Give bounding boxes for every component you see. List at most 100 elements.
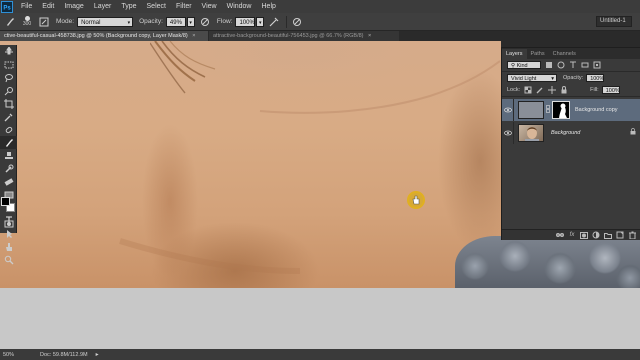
lock-position-icon[interactable] (547, 86, 556, 95)
logo-text: Ps (3, 5, 11, 11)
layer-row-background-copy[interactable]: Background copy (502, 99, 640, 121)
menu-window[interactable]: Window (222, 0, 257, 13)
menu-image[interactable]: Image (59, 0, 88, 13)
filter-pixel-icon[interactable] (544, 61, 553, 70)
menu-layer[interactable]: Layer (89, 0, 117, 13)
menu-view[interactable]: View (197, 0, 222, 13)
clone-stamp-tool-icon[interactable] (0, 149, 17, 162)
layer-style-icon[interactable]: fx (567, 231, 577, 240)
layer-mask-thumbnail[interactable] (552, 101, 570, 119)
menu-bar: Ps File Edit Image Layer Type Select Fil… (0, 0, 640, 13)
history-brush-tool-icon[interactable] (0, 162, 17, 175)
close-icon[interactable]: × (192, 33, 195, 39)
menu-edit[interactable]: Edit (37, 0, 59, 13)
brush-tool-icon[interactable] (4, 16, 16, 28)
fill-input[interactable]: 100% (601, 86, 620, 94)
layer-row-background[interactable]: Background (502, 122, 640, 144)
status-menu-arrow[interactable]: ▸ (96, 351, 99, 358)
filter-smart-object-icon[interactable] (592, 61, 601, 70)
menu-select[interactable]: Select (142, 0, 171, 13)
mode-select[interactable]: Normal ▾ (77, 16, 134, 27)
chevron-down-icon: ▾ (127, 19, 131, 26)
visibility-eye-icon[interactable] (502, 122, 514, 144)
layer-kind-select[interactable]: ⚲ Kind (507, 61, 541, 69)
layer-thumbnail[interactable] (518, 124, 544, 142)
adjustment-layer-icon[interactable] (591, 231, 601, 240)
document-size-info: Doc: 59.8M/112.9M (40, 351, 88, 358)
options-bar: 300 Mode: Normal ▾ Opacity: 49% ▾ Flow: … (0, 13, 640, 31)
tab-inactive-document[interactable]: attractive-background-beautiful-756453.j… (209, 31, 399, 41)
quick-selection-tool-icon[interactable] (0, 84, 17, 97)
menu-file[interactable]: File (16, 0, 37, 13)
zoom-tool-icon[interactable] (0, 253, 17, 266)
tab-active-document[interactable]: ctive-beautiful-casual-458738.jpg @ 50% … (0, 31, 208, 41)
layer-thumbnail[interactable] (518, 101, 544, 119)
lock-label: Lock: (507, 87, 521, 93)
menu-type[interactable]: Type (116, 0, 141, 13)
opacity-label: Opacity: (139, 18, 163, 25)
blend-mode-select[interactable]: Vivid Light ▾ (507, 74, 557, 82)
lock-transparency-icon[interactable] (523, 86, 532, 95)
brush-tool-icon[interactable] (0, 136, 17, 149)
eyedropper-tool-icon[interactable] (0, 110, 17, 123)
filter-adjustment-icon[interactable] (556, 61, 565, 70)
opacity-input[interactable]: 49% (165, 16, 186, 27)
move-tool-icon[interactable] (0, 45, 17, 58)
healing-brush-tool-icon[interactable] (0, 123, 17, 136)
opacity-dropdown[interactable]: ▾ (186, 16, 195, 27)
marquee-tool-icon[interactable] (0, 58, 17, 71)
panel-divider (502, 96, 640, 97)
lock-all-icon[interactable] (559, 86, 568, 95)
search-icon: ⚲ (511, 63, 516, 69)
chevron-down-icon: ▾ (258, 19, 262, 26)
link-layers-icon[interactable] (555, 231, 565, 240)
pressure-opacity-icon[interactable] (199, 16, 211, 28)
close-icon[interactable]: × (368, 33, 371, 39)
document-tabs: ctive-beautiful-casual-458738.jpg @ 50% … (0, 31, 640, 41)
workspace-select[interactable]: Untitled-1 (596, 16, 632, 27)
layer-opacity-value: 100% (590, 76, 605, 82)
quick-mask-icon[interactable] (0, 217, 17, 230)
pasteboard-area (0, 288, 640, 349)
brush-size-value: 300 (22, 21, 32, 27)
tab-channels[interactable]: Channels (549, 49, 580, 59)
filter-shape-icon[interactable] (580, 61, 589, 70)
layer-name: Background (551, 130, 581, 136)
fill-label: Fill: (590, 87, 599, 93)
layer-opacity-label: Opacity: (563, 75, 584, 81)
tab-layers[interactable]: Layers (502, 49, 527, 59)
add-mask-icon[interactable] (579, 231, 589, 240)
menu-help[interactable]: Help (257, 0, 281, 13)
brush-preset-picker[interactable]: 300 (20, 16, 34, 28)
flow-dropdown[interactable]: ▾ (256, 16, 265, 27)
layers-panel-tabs: Layers Paths Channels (502, 48, 640, 59)
lock-pixels-icon[interactable] (535, 86, 544, 95)
new-layer-icon[interactable] (615, 231, 625, 240)
blend-row: Vivid Light ▾ Opacity: 100% (502, 72, 640, 84)
pressure-size-icon[interactable] (291, 16, 303, 28)
brush-panel-toggle-icon[interactable] (38, 16, 50, 28)
eraser-tool-icon[interactable] (0, 175, 17, 188)
visibility-eye-icon[interactable] (502, 99, 514, 121)
lasso-tool-icon[interactable] (0, 71, 17, 84)
filter-type-icon[interactable] (568, 61, 577, 70)
crop-tool-icon[interactable] (0, 97, 17, 110)
workspace-value: Untitled-1 (600, 18, 626, 24)
new-group-icon[interactable] (603, 231, 613, 240)
layer-opacity-input[interactable]: 100% (586, 74, 604, 82)
hand-tool-icon[interactable] (0, 240, 17, 253)
photoshop-logo-icon[interactable]: Ps (1, 0, 13, 13)
opacity-value: 49% (169, 19, 182, 26)
zoom-level[interactable]: 50% (0, 352, 26, 358)
flow-input[interactable]: 100% (235, 16, 256, 27)
link-chain-icon[interactable] (546, 105, 550, 115)
status-bar: 50% Doc: 59.8M/112.9M ▸ (0, 349, 640, 360)
foreground-color-swatch[interactable] (1, 197, 10, 206)
mode-label: Mode: (56, 18, 75, 25)
color-swatches[interactable] (1, 197, 15, 213)
delete-layer-icon[interactable] (627, 231, 637, 240)
menu-filter[interactable]: Filter (171, 0, 197, 13)
hand-cursor-icon (407, 191, 425, 209)
tab-paths[interactable]: Paths (527, 49, 549, 59)
airbrush-icon[interactable] (268, 16, 280, 28)
